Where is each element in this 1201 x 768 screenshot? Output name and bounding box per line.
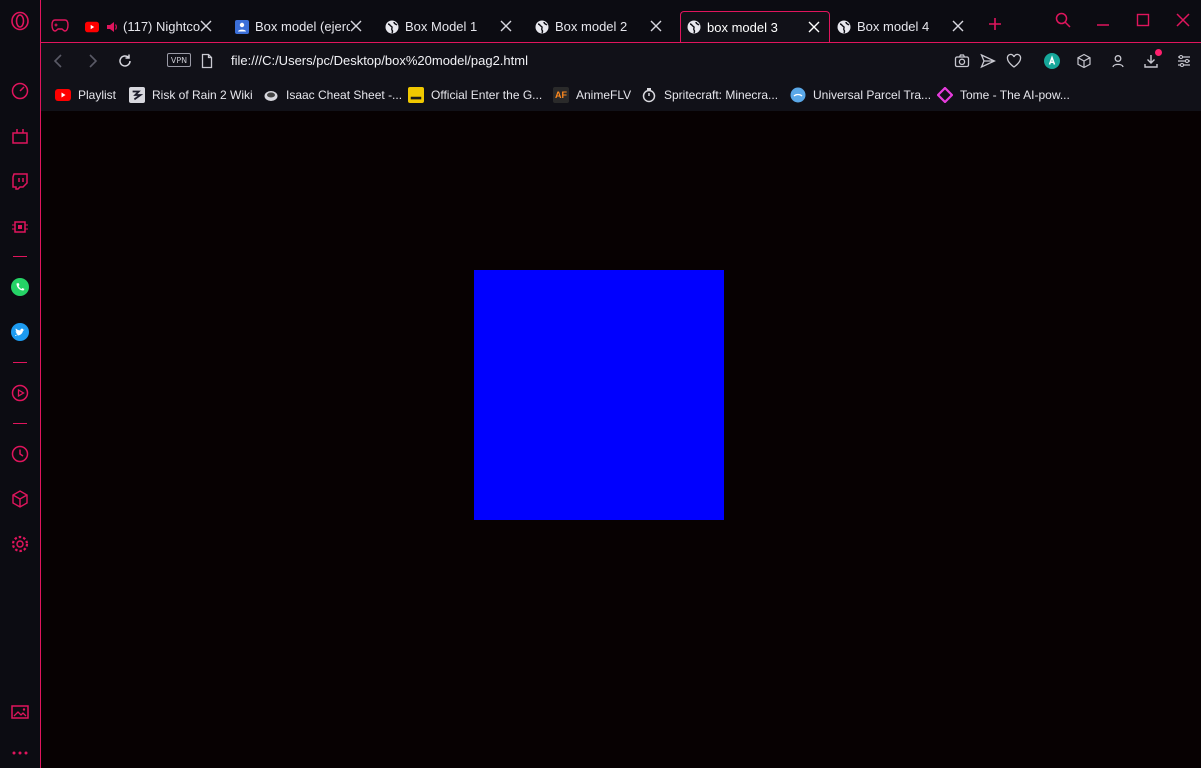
bookmark-tome[interactable]: Tome - The AI-pow... bbox=[937, 87, 1070, 103]
send-share-icon[interactable] bbox=[980, 53, 996, 69]
tab-nightcore[interactable]: (117) Nightcore bbox=[79, 11, 221, 42]
tome-icon bbox=[937, 87, 953, 103]
close-tab-icon[interactable] bbox=[649, 19, 663, 33]
tab-title: Box model 2 bbox=[555, 19, 628, 34]
wiki-icon bbox=[129, 87, 145, 103]
tab-box-model-3[interactable]: box model 3 bbox=[680, 11, 830, 42]
sidebar-divider bbox=[13, 423, 27, 424]
gungeon-icon bbox=[408, 87, 424, 103]
reload-icon[interactable] bbox=[117, 53, 133, 69]
profile-user-icon[interactable] bbox=[1110, 53, 1126, 69]
minimize-icon[interactable] bbox=[1095, 12, 1111, 28]
url-field[interactable]: file:///C:/Users/pc/Desktop/box%20model/… bbox=[231, 53, 528, 68]
twitch-icon[interactable] bbox=[9, 170, 31, 192]
address-bar: VPN file:///C:/Users/pc/Desktop/box%20mo… bbox=[41, 43, 1201, 79]
tab-title: box model 3 bbox=[707, 19, 778, 35]
bookmark-label: Universal Parcel Tra... bbox=[813, 88, 932, 102]
youtube-icon bbox=[85, 20, 99, 34]
bookmark-label: Risk of Rain 2 Wiki bbox=[152, 88, 253, 102]
vpn-badge[interactable]: VPN bbox=[167, 53, 191, 67]
animeflv-icon: AF bbox=[553, 87, 569, 103]
globe-icon bbox=[837, 20, 851, 34]
bookmark-label: Isaac Cheat Sheet -... bbox=[286, 88, 403, 102]
speedometer-icon[interactable] bbox=[9, 80, 31, 102]
tab-bar: (117) Nightcore Box model (ejercicio Box… bbox=[41, 0, 1201, 43]
bookmark-animeflv[interactable]: AF AnimeFLV bbox=[553, 87, 631, 103]
page-content bbox=[41, 111, 1201, 768]
tab-box-model-1[interactable]: Box Model 1 bbox=[379, 11, 521, 42]
extensions-cube-icon[interactable] bbox=[1076, 53, 1092, 69]
close-tab-icon[interactable] bbox=[807, 20, 821, 34]
history-clock-icon[interactable] bbox=[9, 443, 31, 465]
sidebar-divider bbox=[13, 362, 27, 363]
bookmark-universal-parcel[interactable]: Universal Parcel Tra... bbox=[790, 87, 931, 103]
globe-icon bbox=[385, 20, 399, 34]
cpu-icon[interactable] bbox=[9, 216, 31, 238]
close-tab-icon[interactable] bbox=[349, 19, 363, 33]
gamepad-icon[interactable] bbox=[51, 18, 69, 32]
bookmark-label: Spritecraft: Minecra... bbox=[664, 88, 779, 102]
extensions-cube-icon[interactable] bbox=[9, 488, 31, 510]
forward-arrow-icon[interactable] bbox=[84, 53, 100, 69]
tab-title: Box Model 1 bbox=[405, 19, 478, 34]
settings-gear-icon[interactable] bbox=[9, 533, 31, 555]
bookmark-isaac-cheat-sheet[interactable]: Isaac Cheat Sheet -... bbox=[263, 87, 402, 103]
maximize-icon[interactable] bbox=[1135, 12, 1151, 28]
bookmark-label: Official Enter the G... bbox=[431, 88, 543, 102]
tab-box-model-ejercicio[interactable]: Box model (ejercicio bbox=[229, 11, 371, 42]
heart-bookmark-icon[interactable] bbox=[1006, 53, 1022, 69]
bookmark-playlist[interactable]: Playlist bbox=[55, 87, 116, 103]
extension-a-icon[interactable] bbox=[1044, 53, 1060, 69]
wallpaper-image-icon[interactable] bbox=[9, 701, 31, 723]
bookmark-enter-the-gungeon[interactable]: Official Enter the G... bbox=[408, 87, 542, 103]
easy-setup-menu-icon[interactable] bbox=[1176, 53, 1192, 69]
whatsapp-icon[interactable] bbox=[9, 276, 31, 298]
notification-dot bbox=[1155, 49, 1162, 56]
tab-box-model-4[interactable]: Box model 4 bbox=[831, 11, 973, 42]
tab-title: Box model 4 bbox=[857, 19, 930, 34]
page-document-icon[interactable] bbox=[199, 53, 215, 69]
bookmark-spritecraft[interactable]: Spritecraft: Minecra... bbox=[641, 87, 778, 103]
sidebar-divider bbox=[13, 256, 27, 257]
close-tab-icon[interactable] bbox=[199, 19, 213, 33]
close-window-icon[interactable] bbox=[1175, 12, 1191, 28]
close-tab-icon[interactable] bbox=[951, 19, 965, 33]
parcel-icon bbox=[790, 87, 806, 103]
speaker-audio-icon[interactable] bbox=[105, 20, 119, 34]
bookmarks-bar: Playlist Risk of Rain 2 Wiki Isaac Cheat… bbox=[41, 79, 1201, 111]
bookmark-label: Tome - The AI-pow... bbox=[960, 88, 1070, 102]
bookmark-label: AnimeFLV bbox=[576, 88, 632, 102]
isaac-icon bbox=[263, 87, 279, 103]
search-tabs-icon[interactable] bbox=[1055, 12, 1071, 28]
tab-box-model-2[interactable]: Box model 2 bbox=[529, 11, 671, 42]
youtube-icon bbox=[55, 87, 71, 103]
gx-control-icon[interactable] bbox=[9, 125, 31, 147]
close-tab-icon[interactable] bbox=[499, 19, 513, 33]
browser-sidebar bbox=[0, 0, 41, 768]
twitter-icon[interactable] bbox=[9, 321, 31, 343]
back-arrow-icon[interactable] bbox=[51, 53, 67, 69]
more-options-icon[interactable] bbox=[9, 742, 31, 764]
player-icon[interactable] bbox=[9, 382, 31, 404]
bookmark-risk-of-rain-wiki[interactable]: Risk of Rain 2 Wiki bbox=[129, 87, 253, 103]
new-tab-plus-icon[interactable] bbox=[988, 17, 1002, 31]
tab-title: Box model (ejercicio bbox=[255, 19, 350, 34]
globe-icon bbox=[687, 20, 701, 34]
spritecraft-icon bbox=[641, 87, 657, 103]
tab-title: (117) Nightcore bbox=[123, 19, 200, 34]
globe-icon bbox=[535, 20, 549, 34]
snapshot-camera-icon[interactable] bbox=[954, 53, 970, 69]
opera-logo-icon[interactable] bbox=[9, 10, 31, 32]
bookmark-label: Playlist bbox=[78, 88, 117, 102]
blue-box bbox=[474, 270, 724, 520]
person-card-icon bbox=[235, 19, 249, 34]
